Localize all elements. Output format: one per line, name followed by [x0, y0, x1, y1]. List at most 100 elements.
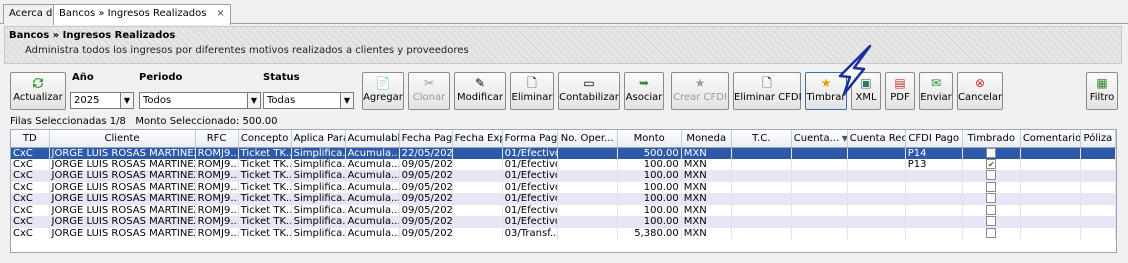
table-cell-forma-pago: 01/Efectivo	[502, 158, 558, 170]
table-cell-no-oper	[557, 147, 618, 159]
crear-cfdi-label: Crear CFDI	[673, 92, 727, 103]
table-cell-concepto: Ticket TK...	[238, 147, 292, 159]
table-cell-cliente: JORGE LUIS ROSAS MARTINEZ	[49, 158, 196, 170]
asociar-button[interactable]: ➥ Asociar	[624, 72, 664, 110]
column-header[interactable]: Fecha Exp	[452, 130, 503, 148]
table-cell-forma-pago: 01/Efectivo	[502, 181, 558, 193]
column-header[interactable]: TD	[11, 130, 50, 148]
close-icon[interactable]: ×	[216, 8, 224, 19]
column-header[interactable]: No. Oper...	[557, 130, 618, 148]
column-header[interactable]: Moneda	[681, 130, 732, 148]
ingresos-grid[interactable]: TD Cliente RFC Concepto Aplica Para Acum…	[10, 129, 1117, 253]
clonar-button[interactable]: ✂ Clonar	[408, 72, 450, 110]
column-header[interactable]: Timbrado	[962, 130, 1021, 148]
table-row[interactable]: CxC JORGE LUIS ROSAS MARTINEZ ROMJ9... Tick…	[11, 158, 1116, 170]
table-cell-fecha-pago: 09/05/2025	[399, 227, 453, 239]
table-cell-fecha-exp	[452, 227, 503, 239]
chevron-down-icon[interactable]: ▼	[247, 93, 260, 108]
table-cell-cuenta-rec	[847, 147, 906, 159]
table-row[interactable]: CxC JORGE LUIS ROSAS MARTINEZ ROMJ9... Tick…	[11, 170, 1116, 182]
table-cell-rfc: ROMJ9...	[195, 204, 239, 216]
table-cell-cfdi-pago	[905, 193, 963, 205]
timbrado-checkbox[interactable]	[986, 170, 997, 181]
crear-cfdi-button[interactable]: ★ Crear CFDI	[671, 72, 729, 110]
modificar-button[interactable]: ✎ Modificar	[454, 72, 506, 110]
table-cell-no-oper	[557, 216, 618, 228]
cancelar-button[interactable]: ⊗ Cancelar	[957, 72, 1003, 110]
status-select[interactable]: Todas ▼	[263, 92, 354, 109]
page-header: Bancos » Ingresos Realizados Administra …	[4, 26, 1122, 64]
selection-summary: Filas Seleccionadas 1/8 Monto Selecciona…	[10, 116, 278, 127]
eliminar-button[interactable]: 🗋 Eliminar	[510, 72, 554, 110]
chevron-down-icon[interactable]: ▼	[340, 93, 353, 108]
timbrar-label: Timbrar	[806, 92, 846, 103]
table-cell-comentarios	[1020, 170, 1081, 182]
table-cell-rfc: ROMJ9...	[195, 170, 239, 182]
agregar-button[interactable]: 📄 Agregar	[362, 72, 404, 110]
column-header[interactable]: Concepto	[238, 130, 292, 148]
periodo-select[interactable]: Todos ▼	[139, 92, 261, 109]
table-row[interactable]: CxC JORGE LUIS ROSAS MARTINEZ ROMJ9... Tick…	[11, 204, 1116, 216]
column-header[interactable]: CFDI Pago	[905, 130, 963, 148]
timbrado-checkbox[interactable]	[986, 147, 997, 158]
chevron-down-icon[interactable]: ▼	[120, 93, 133, 108]
clone-icon: ✂	[423, 76, 435, 90]
enviar-label: Enviar	[920, 92, 952, 103]
star-icon: ★	[820, 76, 832, 90]
table-cell-cfdi-pago	[905, 204, 963, 216]
table-cell-concepto: Ticket TK...	[238, 204, 292, 216]
table-cell-rfc: ROMJ9...	[195, 193, 239, 205]
enviar-button[interactable]: ✉ Enviar	[919, 72, 953, 110]
timbrado-checkbox[interactable]	[986, 193, 997, 204]
timbrado-checkbox[interactable]: ✔	[986, 158, 997, 169]
column-header[interactable]: Acumulable	[345, 130, 400, 148]
actualizar-button[interactable]: Actualizar	[10, 72, 66, 110]
eliminar-cfdi-button[interactable]: 🗋 Eliminar CFDI	[733, 72, 802, 110]
column-header[interactable]: Cliente	[49, 130, 196, 148]
tab-ingresos-realizados[interactable]: Bancos » Ingresos Realizados ×	[53, 4, 231, 25]
column-header[interactable]: Monto	[617, 130, 682, 148]
table-cell-fecha-exp	[452, 181, 503, 193]
column-header[interactable]: RFC	[195, 130, 239, 148]
anio-value: 2025	[74, 95, 100, 106]
table-row[interactable]: CxC JORGE LUIS ROSAS MARTINEZ ROMJ9... Tick…	[11, 227, 1116, 239]
column-header[interactable]: Aplica Para	[291, 130, 346, 148]
tab-label: Bancos » Ingresos Realizados	[59, 8, 207, 19]
table-cell-tc	[731, 227, 792, 239]
pdf-button[interactable]: ▤ PDF	[885, 72, 915, 110]
column-header[interactable]: Fecha Pago	[399, 130, 453, 148]
anio-select[interactable]: 2025 ▼	[70, 92, 134, 109]
table-row[interactable]: CxC JORGE LUIS ROSAS MARTINEZ ROMJ9... Tick…	[11, 147, 1116, 159]
table-cell-cuenta-rec	[847, 227, 906, 239]
timbrado-checkbox[interactable]	[986, 216, 997, 227]
table-cell-fecha-pago: 09/05/2025	[399, 170, 453, 182]
timbrar-button[interactable]: ★ Timbrar	[805, 72, 847, 110]
column-header[interactable]: Cuenta... ▼	[791, 130, 848, 148]
column-header[interactable]: Forma Pago	[502, 130, 558, 148]
column-header[interactable]: Comentarios	[1020, 130, 1081, 148]
timbrado-checkbox[interactable]	[986, 181, 997, 192]
column-header[interactable]: Póliza	[1080, 130, 1116, 148]
table-cell-comentarios	[1020, 193, 1081, 205]
table-cell-cuenta-rec	[847, 216, 906, 228]
timbrado-checkbox[interactable]	[986, 227, 997, 238]
table-cell-timbrado	[962, 204, 1021, 216]
table-cell-monto: 5,380.00	[617, 227, 682, 239]
table-cell-poliza	[1080, 147, 1116, 159]
table-row[interactable]: CxC JORGE LUIS ROSAS MARTINEZ ROMJ9... Tick…	[11, 216, 1116, 228]
column-header[interactable]: T.C.	[731, 130, 792, 148]
table-cell-fecha-exp	[452, 158, 503, 170]
table-row[interactable]: CxC JORGE LUIS ROSAS MARTINEZ ROMJ9... Tick…	[11, 193, 1116, 205]
xml-button[interactable]: ▣ XML	[851, 72, 881, 110]
contabilizar-button[interactable]: ▭ Contabilizar	[558, 72, 620, 110]
table-cell-forma-pago: 01/Efectivo	[502, 170, 558, 182]
timbrado-checkbox[interactable]	[986, 204, 997, 215]
table-row[interactable]: CxC JORGE LUIS ROSAS MARTINEZ ROMJ9... Tick…	[11, 181, 1116, 193]
contabilizar-label: Contabilizar	[559, 92, 619, 103]
table-cell-moneda: MXN	[681, 193, 732, 205]
table-cell-no-oper	[557, 181, 618, 193]
column-header[interactable]: Cuenta Rec...	[847, 130, 906, 148]
table-cell-td: CxC	[11, 158, 50, 170]
filtro-button[interactable]: ▦ Filtro	[1086, 72, 1118, 110]
table-cell-forma-pago: 01/Efectivo	[502, 193, 558, 205]
